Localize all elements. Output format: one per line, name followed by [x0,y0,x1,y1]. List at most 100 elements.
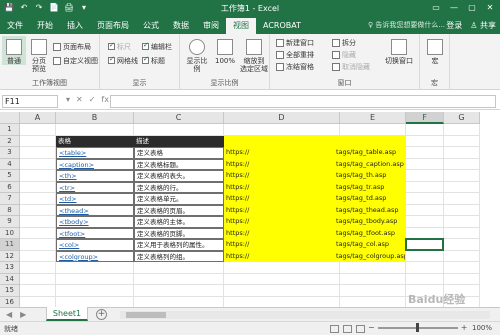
enter-icon[interactable]: ✓ [89,95,96,104]
tag-cell[interactable]: <thead> [56,204,134,216]
cell[interactable] [20,124,56,136]
cell[interactable] [406,170,444,182]
url-cell[interactable]: https:// tags/tag_caption.asp [224,158,406,170]
horizontal-scrollbar[interactable] [120,311,490,319]
cancel-icon[interactable]: ✕ [76,95,83,104]
tag-cell[interactable]: <colgroup> [56,250,134,262]
cell[interactable] [340,273,406,285]
cell[interactable] [56,262,134,274]
row-header-1[interactable]: 1 [0,124,20,136]
row-header-14[interactable]: 14 [0,273,20,285]
gridlines-checkbox[interactable]: 网格线 [108,55,138,66]
description-cell[interactable]: 定义表格单元。 [134,193,224,205]
cell[interactable] [406,147,444,159]
cell[interactable] [340,262,406,274]
cell[interactable] [444,204,480,216]
cell[interactable] [20,204,56,216]
zoom-to-selection-button[interactable]: 缩放到 选定区域 [240,36,268,73]
tab-file[interactable]: 文件 [0,18,30,34]
url-cell[interactable]: https:// tags/tag_tfoot.asp [224,227,406,239]
table-header-cell[interactable]: 描述 [134,135,224,147]
minimize-icon[interactable]: — [446,2,462,14]
cell[interactable] [20,181,56,193]
tab-review[interactable]: 审阅 [196,18,226,34]
normal-view-button[interactable]: 普通 [2,36,26,65]
cell[interactable] [406,158,444,170]
arrange-all-button[interactable]: 全部重排 [276,49,314,60]
share-button[interactable]: ♙ 共享 [470,20,496,31]
description-cell[interactable]: 定义表格标题。 [134,158,224,170]
cell[interactable] [444,273,480,285]
cell[interactable] [134,273,224,285]
row-header-11[interactable]: 11 [0,239,20,251]
row-header-13[interactable]: 13 [0,262,20,274]
tag-cell[interactable]: <tfoot> [56,227,134,239]
page-break-view-icon[interactable] [356,325,365,333]
table-header-cell[interactable]: 表格 [56,135,134,147]
formula-bar-checkbox[interactable]: 编辑栏 [142,41,172,52]
tab-formulas[interactable]: 公式 [136,18,166,34]
active-cell-f11[interactable] [405,238,444,251]
column-header-f[interactable]: F [406,112,444,124]
row-header-9[interactable]: 9 [0,216,20,228]
cell[interactable] [444,135,480,147]
cell[interactable] [340,285,406,297]
zoom-100-button[interactable]: 100% [213,36,237,65]
column-header-b[interactable]: B [56,112,134,124]
tag-cell[interactable]: <td> [56,193,134,205]
cell[interactable] [406,216,444,228]
description-cell[interactable]: 定义表格的行。 [134,181,224,193]
cell[interactable] [444,158,480,170]
cell[interactable] [20,147,56,159]
url-cell[interactable]: https:// tags/tag_tbody.asp [224,216,406,228]
url-cell[interactable]: https:// tags/tag_td.asp [224,193,406,205]
hide-button[interactable]: 隐藏 [332,49,356,60]
description-cell[interactable]: 定义表格列的组。 [134,250,224,262]
zoom-track[interactable] [377,322,458,332]
cell[interactable] [20,158,56,170]
cell[interactable] [406,273,444,285]
column-header-e[interactable]: E [340,112,406,124]
row-header-15[interactable]: 15 [0,285,20,297]
description-cell[interactable]: 定义表格的页脚。 [134,227,224,239]
cell[interactable] [134,262,224,274]
name-box-dropdown-icon[interactable]: ▾ [66,95,70,104]
headings-checkbox[interactable]: 标题 [142,55,165,66]
row-header-3[interactable]: 3 [0,147,20,159]
cell[interactable] [224,262,340,274]
cell[interactable] [20,193,56,205]
ribbon-display-icon[interactable]: ▭ [428,2,444,14]
url-cell[interactable]: https:// tags/tag_col.asp [224,239,406,251]
zoom-out-icon[interactable]: − [368,323,375,332]
description-cell[interactable]: 定义表格 [134,147,224,159]
cell[interactable] [20,285,56,297]
insert-function-icon[interactable]: fx [101,95,109,104]
normal-view-icon[interactable] [330,325,339,333]
tag-cell[interactable]: <th> [56,170,134,182]
cell[interactable] [406,193,444,205]
column-header-a[interactable]: A [20,112,56,124]
cell[interactable] [406,181,444,193]
cell[interactable] [444,181,480,193]
custom-views-button[interactable]: 自定义视图 [53,55,98,66]
column-header-g[interactable]: G [444,112,480,124]
row-header-8[interactable]: 8 [0,204,20,216]
zoom-in-icon[interactable]: + [461,323,468,332]
cell[interactable] [444,124,480,136]
split-button[interactable]: 拆分 [332,37,356,48]
cell[interactable] [20,227,56,239]
url-cell[interactable]: https:// tags/tag_thead.asp [224,204,406,216]
column-header-d[interactable]: D [224,112,340,124]
tell-me-search[interactable]: ♀ 告诉我您想要做什么... [368,20,445,30]
cell[interactable] [444,227,480,239]
tab-acrobat[interactable]: ACROBAT [256,18,308,34]
tag-cell[interactable]: <caption> [56,158,134,170]
cell[interactable] [444,170,480,182]
cell[interactable] [444,193,480,205]
cell[interactable] [134,285,224,297]
cell[interactable] [224,273,340,285]
name-box[interactable]: F11 [2,95,58,108]
cell[interactable] [20,239,56,251]
description-cell[interactable]: 定义用于表格列的属性。 [134,239,224,251]
tab-page-layout[interactable]: 页面布局 [90,18,136,34]
